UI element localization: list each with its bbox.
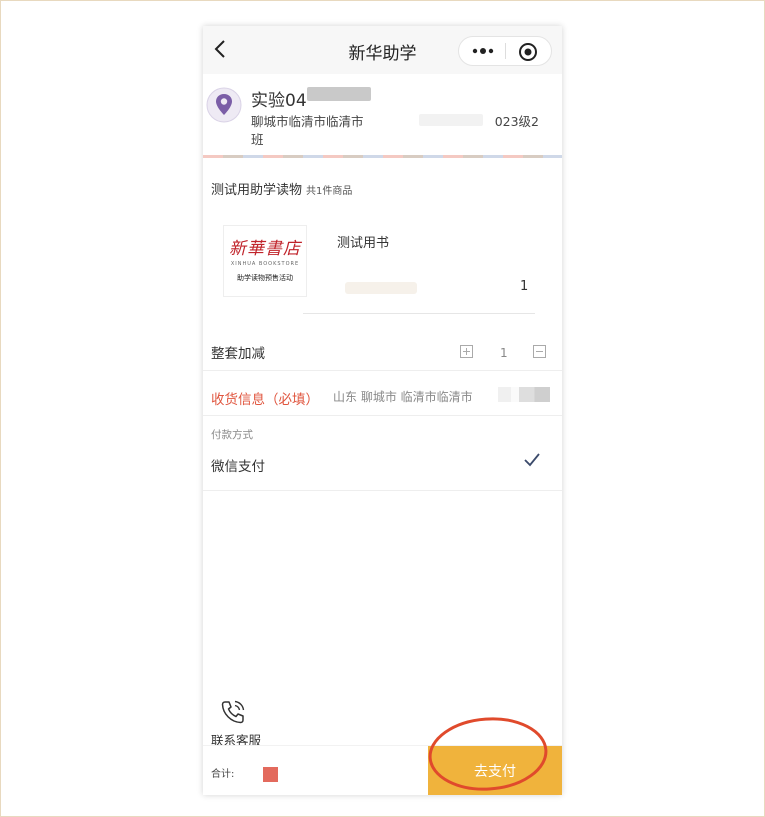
product-divider <box>303 313 535 314</box>
capsule-divider <box>505 43 506 59</box>
decrement-button[interactable] <box>533 345 546 358</box>
shipping-info-field[interactable]: 山东 聊城市 临清市临清市 <box>333 388 473 405</box>
phone-call-icon <box>221 700 245 724</box>
shipping-info-label: 收货信息（必填） <box>211 392 319 408</box>
target-icon[interactable] <box>517 41 539 63</box>
product-name: 测试用书 <box>337 236 390 251</box>
nav-bar: 新华助学 <box>203 26 562 74</box>
redacted-shipping <box>498 387 550 402</box>
redacted-price <box>345 282 417 294</box>
class-info: 023级2 <box>494 114 539 129</box>
product-thumbnail[interactable]: 新華書店 XINHUA BOOKSTORE 助学读物预售活动 <box>223 225 307 297</box>
address-stripe-divider <box>203 155 562 158</box>
wechat-pay-option[interactable]: 微信支付 <box>211 455 265 475</box>
row-divider <box>203 370 562 371</box>
redacted-name <box>307 87 371 101</box>
item-count: 共1件商品 <box>306 186 353 197</box>
check-icon <box>524 453 540 467</box>
row-divider <box>203 490 562 491</box>
thumbnail-caption: 助学读物预售活动 <box>237 274 293 282</box>
set-adjust-label: 整套加减 <box>211 346 265 362</box>
bookstore-logo: 新華書店 <box>229 239 301 259</box>
set-quantity-value: 1 <box>500 346 508 360</box>
phone-screen: 新华助学 实验04 聊城市临清市临清市 023级2 班 测试用助学读物 共1件商… <box>203 26 562 795</box>
more-dots-icon[interactable] <box>469 43 497 59</box>
go-pay-button[interactable]: 去支付 <box>428 746 562 795</box>
total-label: 合计: <box>211 769 235 780</box>
redacted-address <box>419 114 483 126</box>
row-divider <box>203 415 562 416</box>
redacted-total <box>263 767 278 782</box>
mini-program-capsule <box>458 36 552 66</box>
customer-service-button[interactable]: 联系客服 <box>211 698 271 748</box>
location-pin-icon <box>206 87 242 123</box>
address-card[interactable]: 实验04 聊城市临清市临清市 023级2 班 <box>203 74 562 158</box>
product-quantity: 1 <box>520 279 529 294</box>
recipient-name: 实验04 <box>251 91 307 111</box>
bookstore-logo-en: XINHUA BOOKSTORE <box>230 261 300 267</box>
increment-button[interactable] <box>460 345 473 358</box>
section-title-text: 测试用助学读物 <box>211 183 303 198</box>
order-section-title: 测试用助学读物 共1件商品 <box>211 179 352 198</box>
address-line-continued: 班 <box>251 132 264 147</box>
address-line: 聊城市临清市临清市 <box>251 114 364 129</box>
payment-method-caption: 付款方式 <box>211 429 253 441</box>
